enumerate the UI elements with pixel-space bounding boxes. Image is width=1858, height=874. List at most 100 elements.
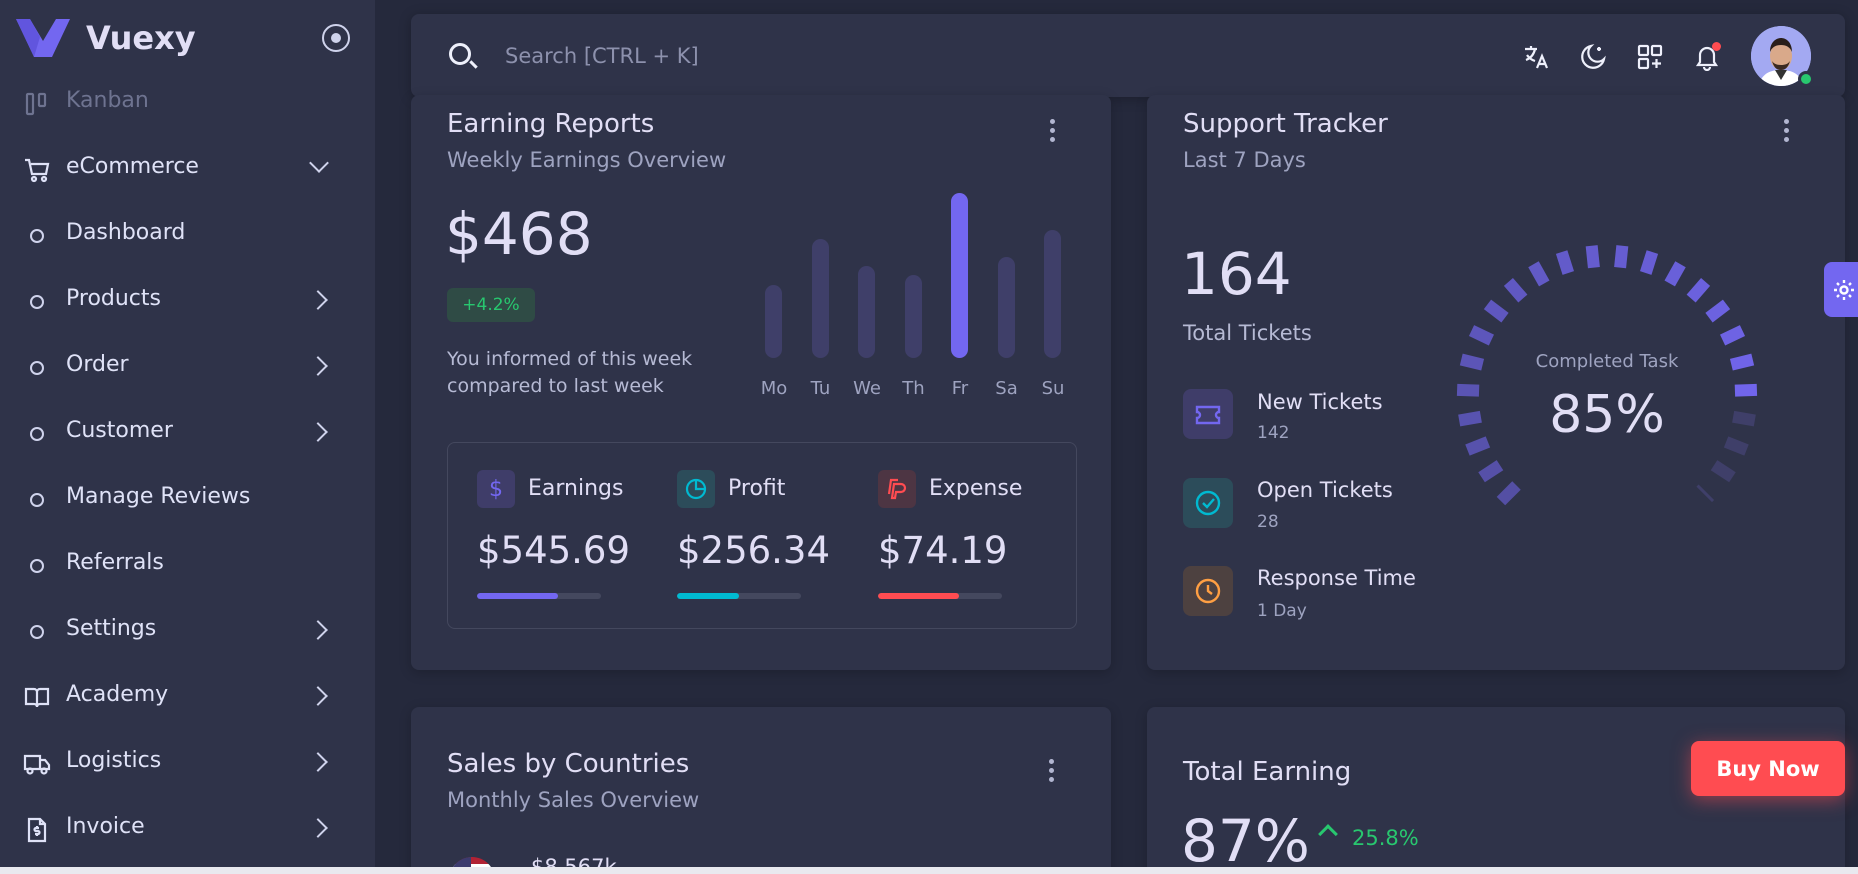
earnings-progress — [477, 593, 601, 599]
clock-icon — [1183, 566, 1233, 616]
stat-label-expense: Expense — [929, 476, 1023, 501]
search-icon[interactable] — [449, 43, 471, 65]
sidebar-item-academy[interactable]: Academy — [0, 669, 375, 725]
gauge-segment — [1705, 299, 1731, 323]
support-tracker-subtitle: Last 7 Days — [1183, 148, 1306, 172]
total-earning-value: 87% — [1181, 807, 1310, 874]
new-tickets-title: New Tickets — [1257, 390, 1383, 414]
sidebar-item-label: Academy — [66, 682, 169, 707]
earning-reports-card: Earning Reports Weekly Earnings Overview… — [411, 95, 1111, 670]
bullet-icon — [30, 625, 44, 639]
tick-label-sa: Sa — [995, 378, 1018, 399]
bullet-icon — [30, 229, 44, 243]
tick-label-we: We — [853, 378, 881, 399]
dollar-icon: $ — [477, 470, 515, 508]
sidebar-item-label: Manage Reviews — [66, 484, 251, 509]
sidebar-item-label: Kanban — [66, 88, 149, 113]
open-tickets-title: Open Tickets — [1257, 478, 1393, 502]
gauge-segment — [1468, 325, 1494, 346]
sidebar-item-dashboard[interactable]: Dashboard — [0, 207, 375, 263]
support-tracker-card: Support Tracker Last 7 Days 164 Total Ti… — [1147, 95, 1845, 670]
sidebar-item-products[interactable]: Products — [0, 273, 375, 329]
gauge-value: 85% — [1549, 385, 1665, 445]
sidebar-item-customer[interactable]: Customer — [0, 405, 375, 461]
arrow-up-icon — [1318, 824, 1338, 844]
bullet-icon — [30, 427, 44, 441]
notification-dot — [1712, 42, 1721, 51]
chevron-right-icon — [308, 752, 328, 772]
invoice-icon — [22, 815, 52, 845]
online-status-dot — [1798, 71, 1814, 87]
stat-label-profit: Profit — [728, 476, 786, 501]
sidebar: Vuexy Kanban eCommerce Dashboard Products Or… — [0, 0, 375, 874]
total-earning-title: Total Earning — [1183, 757, 1352, 787]
more-options-icon[interactable] — [1050, 119, 1056, 147]
bullet-icon — [30, 493, 44, 507]
expense-progress — [878, 593, 1002, 599]
stat-value-profit: $256.34 — [677, 529, 831, 572]
response-time-title: Response Time — [1257, 566, 1416, 590]
profit-progress — [677, 593, 801, 599]
gauge-label: Completed Task — [1535, 351, 1679, 372]
bullet-icon — [30, 559, 44, 573]
tick-label-fr: Fr — [951, 378, 969, 399]
more-options-icon[interactable] — [1049, 759, 1055, 787]
chevron-right-icon — [308, 290, 328, 310]
shortcuts-icon[interactable] — [1635, 42, 1665, 72]
notifications-icon[interactable] — [1692, 42, 1722, 72]
earning-note-line2: compared to last week — [447, 375, 664, 397]
earning-stats-box: $ Earnings $545.69 Profit $256.34 Expens… — [447, 442, 1077, 629]
chevron-right-icon — [308, 620, 328, 640]
sales-by-countries-card: Sales by Countries Monthly Sales Overvie… — [411, 707, 1111, 874]
sidebar-item-label: Logistics — [66, 748, 162, 773]
earning-reports-title: Earning Reports — [447, 109, 655, 139]
sidebar-collapse-icon[interactable] — [322, 24, 350, 52]
gauge-segment — [1710, 460, 1736, 483]
gauge-segment — [1585, 245, 1600, 269]
truck-icon — [22, 749, 52, 779]
shopping-cart-icon — [22, 155, 52, 185]
sidebar-item-settings[interactable]: Settings — [0, 603, 375, 659]
sidebar-item-label: eCommerce — [66, 154, 199, 179]
chevron-down-icon — [309, 153, 329, 173]
kanban-icon — [22, 89, 52, 119]
chevron-right-icon — [308, 818, 328, 838]
gauge-segment — [1664, 261, 1686, 287]
chevron-right-icon — [308, 356, 328, 376]
customizer-gear-icon[interactable] — [1824, 262, 1858, 317]
total-tickets-count: 164 — [1181, 240, 1292, 308]
more-options-icon[interactable] — [1784, 119, 1790, 147]
brand[interactable]: Vuexy — [16, 18, 196, 58]
bottom-edge — [0, 867, 1858, 874]
bullet-icon — [30, 295, 44, 309]
open-tickets-value: 28 — [1257, 512, 1279, 532]
search-input[interactable] — [505, 40, 1105, 72]
sidebar-item-ecommerce[interactable]: eCommerce — [0, 141, 375, 197]
bar-sa — [997, 257, 1015, 358]
sales-by-countries-subtitle: Monthly Sales Overview — [447, 788, 700, 812]
sidebar-item-manage-reviews[interactable]: Manage Reviews — [0, 471, 375, 527]
sidebar-item-kanban[interactable]: Kanban — [0, 75, 375, 131]
buy-now-button[interactable]: Buy Now — [1691, 741, 1845, 796]
gauge-segment — [1555, 250, 1574, 275]
translate-icon[interactable] — [1521, 42, 1551, 72]
ticket-icon — [1183, 389, 1233, 439]
top-navbar — [411, 14, 1845, 97]
tick-label-su: Su — [1041, 378, 1065, 399]
response-time-value: 1 Day — [1257, 601, 1307, 621]
sidebar-item-logistics[interactable]: Logistics — [0, 735, 375, 791]
bar-th — [904, 275, 922, 358]
gauge-segment — [1496, 481, 1521, 506]
theme-toggle-icon[interactable] — [1578, 42, 1608, 72]
sidebar-item-order[interactable]: Order — [0, 339, 375, 395]
earning-note-line1: You informed of this week — [447, 348, 693, 370]
chevron-right-icon — [308, 686, 328, 706]
sidebar-item-referrals[interactable]: Referrals — [0, 537, 375, 593]
weekly-earning-amount: $468 — [445, 200, 593, 268]
pie-chart-icon — [677, 470, 715, 508]
gauge-segment — [1503, 277, 1528, 303]
vuexy-logo-icon — [16, 19, 70, 57]
sales-by-countries-title: Sales by Countries — [447, 749, 690, 779]
tick-label-mo: Mo — [760, 378, 788, 399]
sidebar-item-invoice[interactable]: Invoice — [0, 801, 375, 857]
